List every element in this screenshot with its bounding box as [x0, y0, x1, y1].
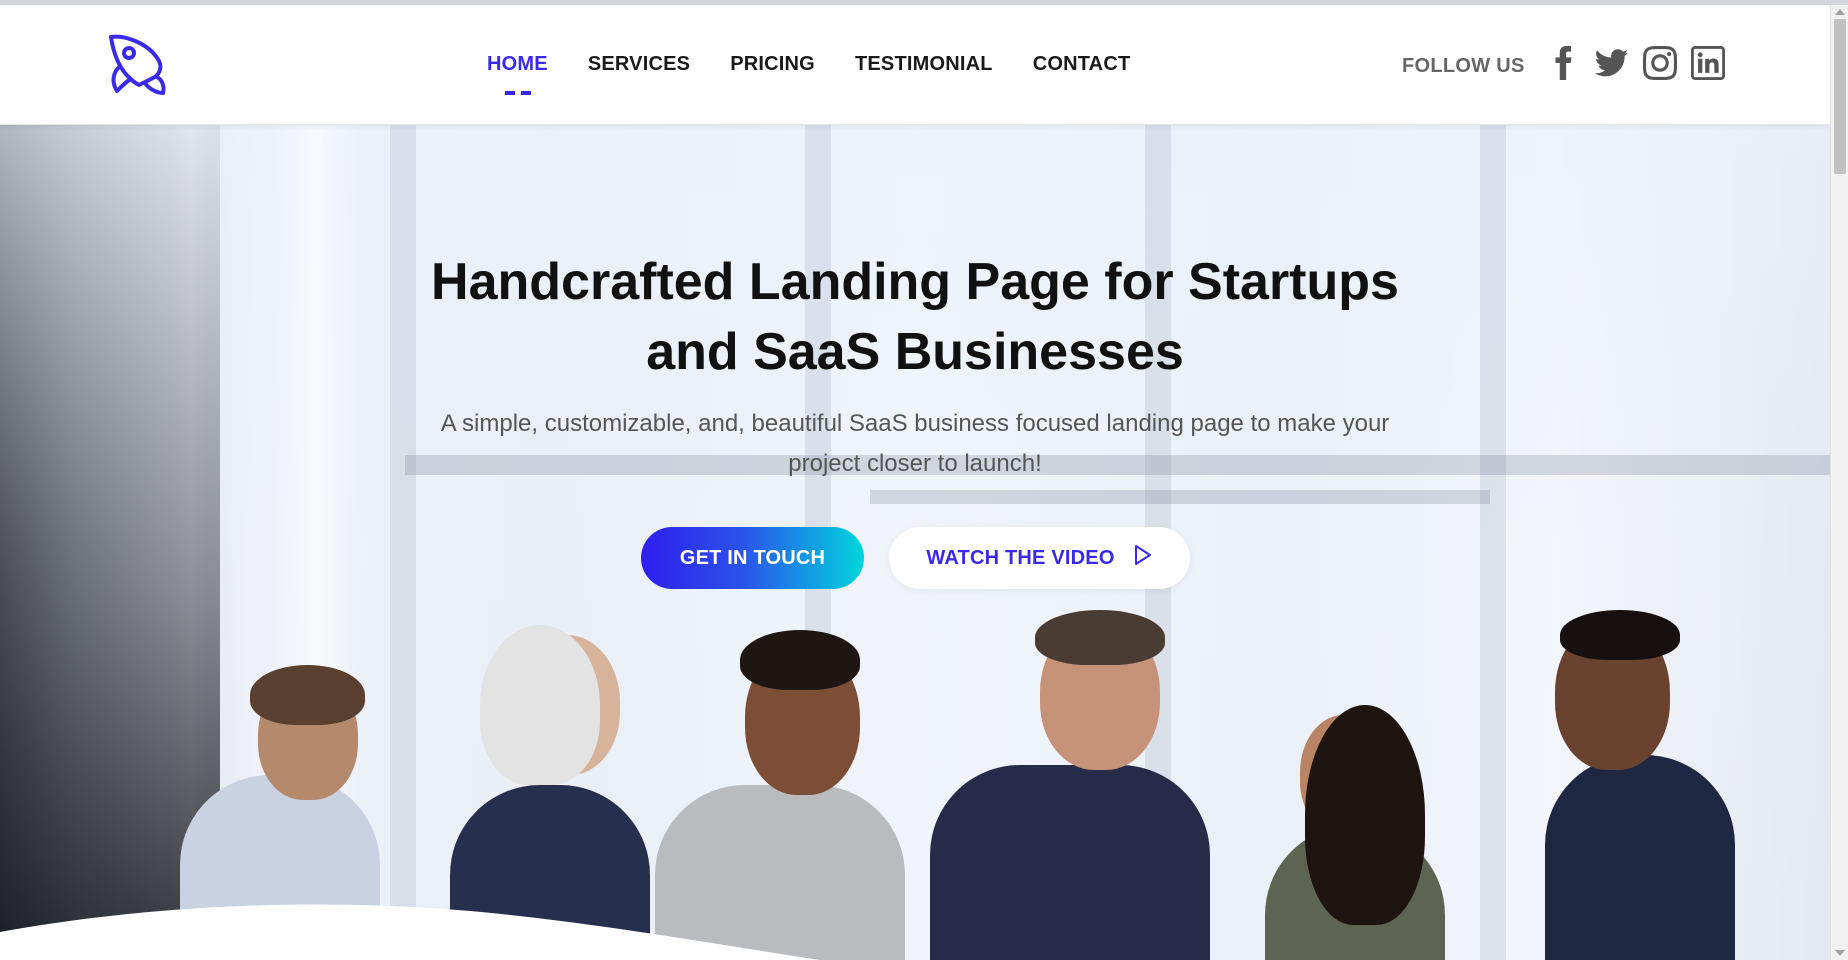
nav-services[interactable]: SERVICES: [588, 53, 690, 76]
scroll-down-arrow-icon[interactable]: [1835, 950, 1845, 956]
get-in-touch-label: GET IN TOUCH: [679, 546, 826, 569]
facebook-icon[interactable]: [1546, 45, 1582, 81]
hero-subtitle: A simple, customizable, and, beautiful S…: [395, 404, 1435, 484]
twitter-icon[interactable]: [1594, 45, 1630, 81]
nav-testimonial[interactable]: TESTIMONIAL: [855, 53, 993, 76]
navbar: HOME SERVICES PRICING TESTIMONIAL CONTAC…: [0, 5, 1830, 125]
nav-pricing-label: PRICING: [730, 53, 815, 75]
follow-us-label: FOLLOW US: [1402, 55, 1525, 77]
nav-pricing[interactable]: PRICING: [730, 53, 815, 76]
nav-testimonial-label: TESTIMONIAL: [854, 53, 993, 75]
hero-subtitle-line1: A simple, customizable, and, beautiful S…: [440, 410, 1390, 437]
watch-video-label: WATCH THE VIDEO: [926, 546, 1115, 569]
play-icon: [1133, 544, 1153, 572]
nav-home-label: HOME: [487, 53, 548, 75]
hero-title-line1: Handcrafted Landing Page for Startups: [431, 253, 1399, 311]
get-in-touch-button[interactable]: GET IN TOUCH: [641, 527, 864, 589]
instagram-icon[interactable]: [1642, 45, 1678, 81]
nav-contact-label: CONTACT: [1032, 53, 1131, 75]
hero-section: Handcrafted Landing Page for Startups an…: [0, 125, 1830, 960]
nav-home[interactable]: HOME: [487, 53, 548, 95]
nav-active-indicator: [505, 91, 532, 95]
social-links: [1546, 45, 1726, 81]
hero-title-line2: and SaaS Businesses: [646, 323, 1184, 381]
hero-title: Handcrafted Landing Page for Startups an…: [315, 247, 1515, 387]
main-nav: HOME SERVICES PRICING TESTIMONIAL CONTAC…: [487, 53, 1131, 95]
scrollbar-thumb[interactable]: [1834, 19, 1846, 174]
hero-subtitle-line2: project closer to launch!: [788, 450, 1042, 477]
linkedin-icon[interactable]: [1690, 45, 1726, 81]
scroll-up-arrow-icon[interactable]: [1835, 9, 1845, 15]
page-scrollbar[interactable]: [1830, 5, 1848, 960]
nav-services-label: SERVICES: [587, 53, 691, 75]
watch-video-button[interactable]: WATCH THE VIDEO: [889, 527, 1190, 589]
rocket-logo-icon[interactable]: [105, 33, 167, 97]
hero-wave-divider: [0, 904, 820, 960]
nav-contact[interactable]: CONTACT: [1033, 53, 1131, 76]
